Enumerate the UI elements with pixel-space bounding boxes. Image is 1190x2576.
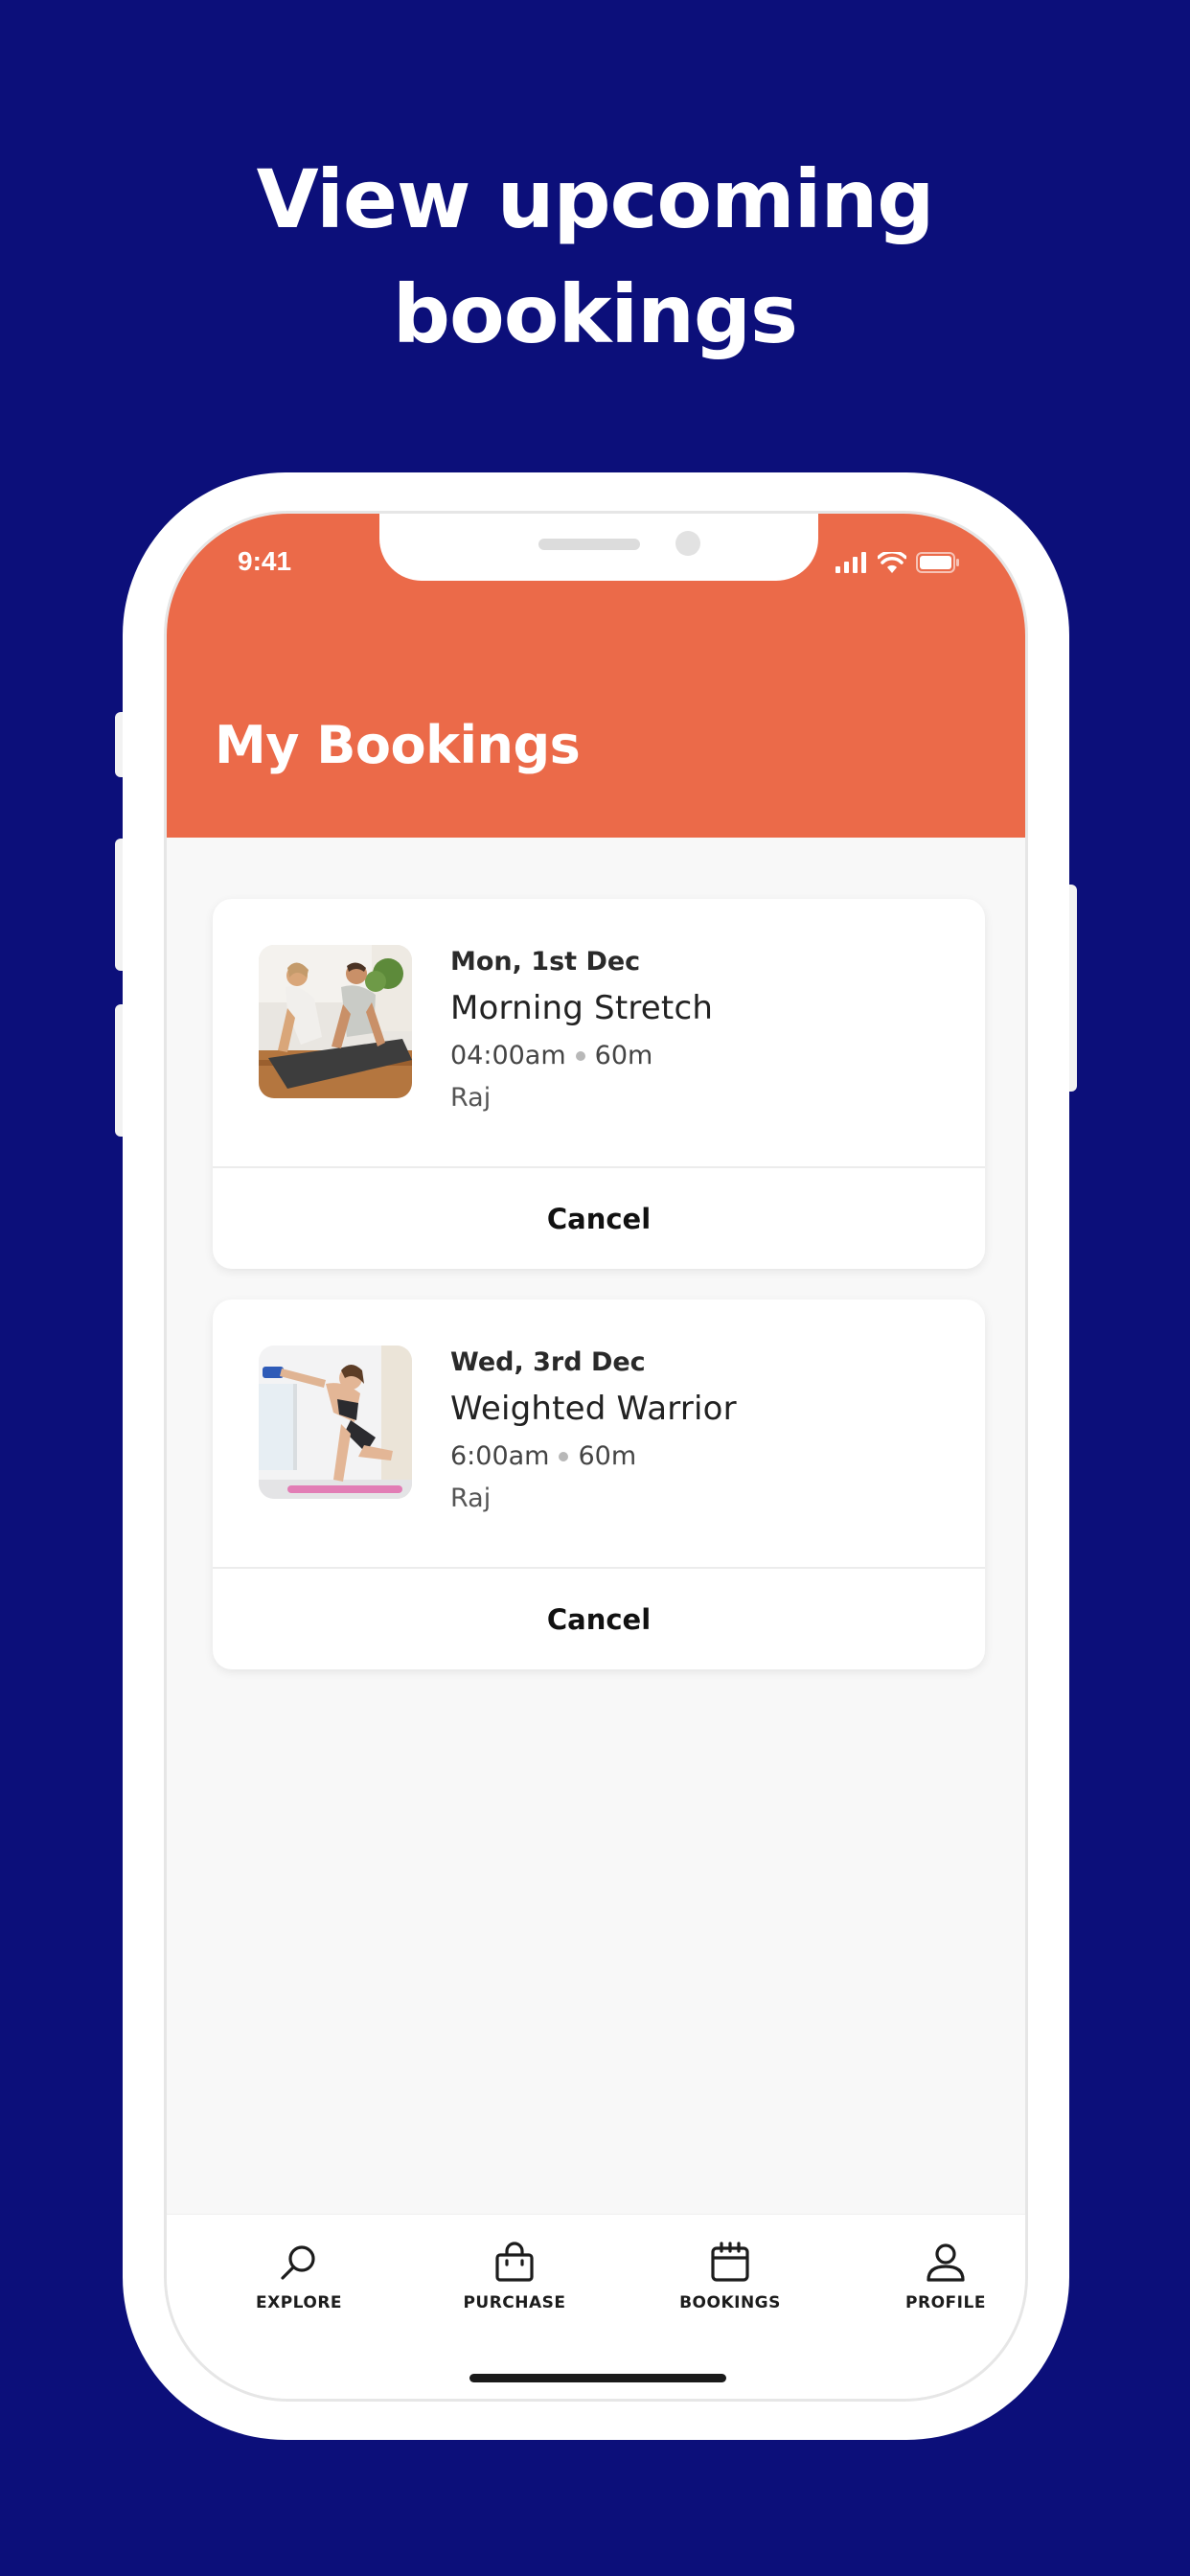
tab-label: PROFILE xyxy=(905,2293,986,2312)
booking-date: Mon, 1st Dec xyxy=(450,947,641,977)
notch xyxy=(379,514,818,581)
booking-card: Mon, 1st Dec Morning Stretch 04:00am 60m… xyxy=(213,899,985,1269)
tab-purchase[interactable]: PURCHASE xyxy=(433,2242,596,2312)
class-time: 6:00am xyxy=(450,1441,550,1471)
page-title: My Bookings xyxy=(215,715,581,775)
signal-icon xyxy=(835,552,866,573)
cancel-button[interactable]: Cancel xyxy=(213,1569,985,1669)
two-people-stretching-photo xyxy=(259,945,412,1098)
status-icons xyxy=(835,550,960,573)
tab-bookings[interactable]: BOOKINGS xyxy=(649,2242,812,2312)
class-time-row: 04:00am 60m xyxy=(450,1041,652,1070)
cancel-button[interactable]: Cancel xyxy=(213,1168,985,1269)
tab-bar: EXPLORE PURCHASE BOOKINGS PROFILE xyxy=(167,2214,1025,2399)
class-thumbnail xyxy=(259,945,412,1098)
front-camera xyxy=(675,531,700,556)
tab-label: EXPLORE xyxy=(255,2293,343,2312)
promo-headline-line2: bookings xyxy=(392,267,798,361)
tab-label: PURCHASE xyxy=(463,2293,566,2312)
class-name: Weighted Warrior xyxy=(450,1390,737,1428)
header: 9:41 My Bookings xyxy=(167,514,1025,838)
class-thumbnail xyxy=(259,1346,412,1499)
class-time-row: 6:00am 60m xyxy=(450,1441,636,1471)
home-indicator[interactable] xyxy=(469,2374,726,2382)
tab-profile[interactable]: PROFILE xyxy=(864,2242,1025,2312)
class-name: Morning Stretch xyxy=(450,989,714,1027)
separator-dot xyxy=(559,1451,569,1461)
phone-screen: 9:41 My Bookings Mon, 1st Dec Morning St… xyxy=(164,511,1028,2402)
class-duration: 60m xyxy=(594,1041,653,1070)
user-icon xyxy=(927,2243,965,2282)
instructor-name: Raj xyxy=(450,1083,492,1113)
battery-icon xyxy=(916,552,959,573)
class-time: 04:00am xyxy=(450,1041,566,1070)
tab-explore[interactable]: EXPLORE xyxy=(217,2242,380,2312)
wifi-icon xyxy=(878,552,906,573)
promo-headline: View upcoming bookings xyxy=(0,142,1190,372)
separator-dot xyxy=(575,1050,585,1061)
tab-label: BOOKINGS xyxy=(679,2293,781,2312)
speaker-grille xyxy=(538,539,640,550)
instructor-name: Raj xyxy=(450,1484,492,1513)
search-icon xyxy=(281,2245,315,2280)
booking-date: Wed, 3rd Dec xyxy=(450,1347,646,1377)
woman-with-dumbbell-photo xyxy=(259,1346,412,1499)
status-time: 9:41 xyxy=(238,546,292,576)
shopping-bag-icon xyxy=(495,2242,534,2282)
calendar-icon xyxy=(711,2242,749,2282)
booking-card: Wed, 3rd Dec Weighted Warrior 6:00am 60m… xyxy=(213,1300,985,1669)
class-duration: 60m xyxy=(578,1441,637,1471)
promo-headline-line1: View upcoming xyxy=(256,152,935,246)
